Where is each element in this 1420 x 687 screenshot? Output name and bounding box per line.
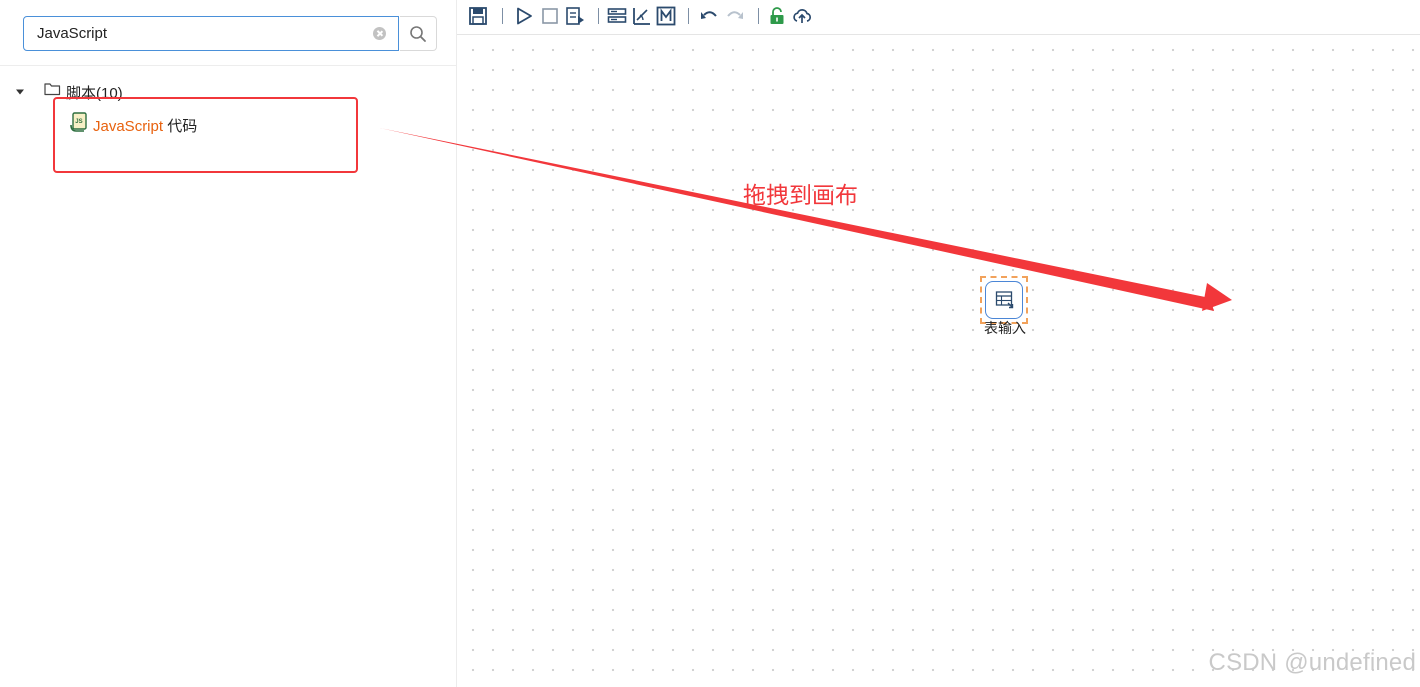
folder-icon [44, 83, 61, 96]
toolbar-separator [502, 8, 503, 24]
search-input[interactable] [24, 17, 377, 50]
clear-circle-icon[interactable] [373, 27, 386, 40]
stop-icon[interactable] [540, 6, 560, 26]
search-button[interactable] [400, 16, 437, 51]
unlock-icon[interactable] [767, 6, 787, 26]
layers-icon[interactable] [607, 6, 627, 26]
left-panel: 脚本(10) JS JavaScript 代码 [0, 0, 457, 687]
search-icon [410, 26, 426, 42]
watermark: CSDN @undefined [1208, 649, 1416, 676]
save-icon[interactable] [468, 6, 488, 26]
toolbar [457, 0, 1420, 35]
align-icon[interactable] [631, 6, 651, 26]
drag-instruction-annotation: 拖拽到画布 [743, 182, 858, 208]
toolbar-separator [758, 8, 759, 24]
toolbar-separator [598, 8, 599, 24]
design-canvas[interactable] [457, 35, 1420, 687]
preview-icon[interactable] [565, 6, 585, 26]
caret-down-icon[interactable] [15, 88, 25, 96]
panel-divider [0, 65, 456, 66]
metadata-icon[interactable] [656, 6, 676, 26]
redo-icon[interactable] [725, 6, 745, 26]
canvas-node-label: 表输入 [984, 320, 1026, 336]
table-input-icon [995, 291, 1014, 309]
canvas-node-table-input[interactable] [980, 276, 1028, 324]
cloud-upload-icon[interactable] [792, 6, 812, 26]
annotation-highlight-box [53, 97, 358, 173]
undo-icon[interactable] [699, 6, 719, 26]
toolbar-separator [688, 8, 689, 24]
search-box [23, 16, 399, 51]
node-icon-frame [985, 281, 1023, 319]
run-icon[interactable] [514, 6, 534, 26]
